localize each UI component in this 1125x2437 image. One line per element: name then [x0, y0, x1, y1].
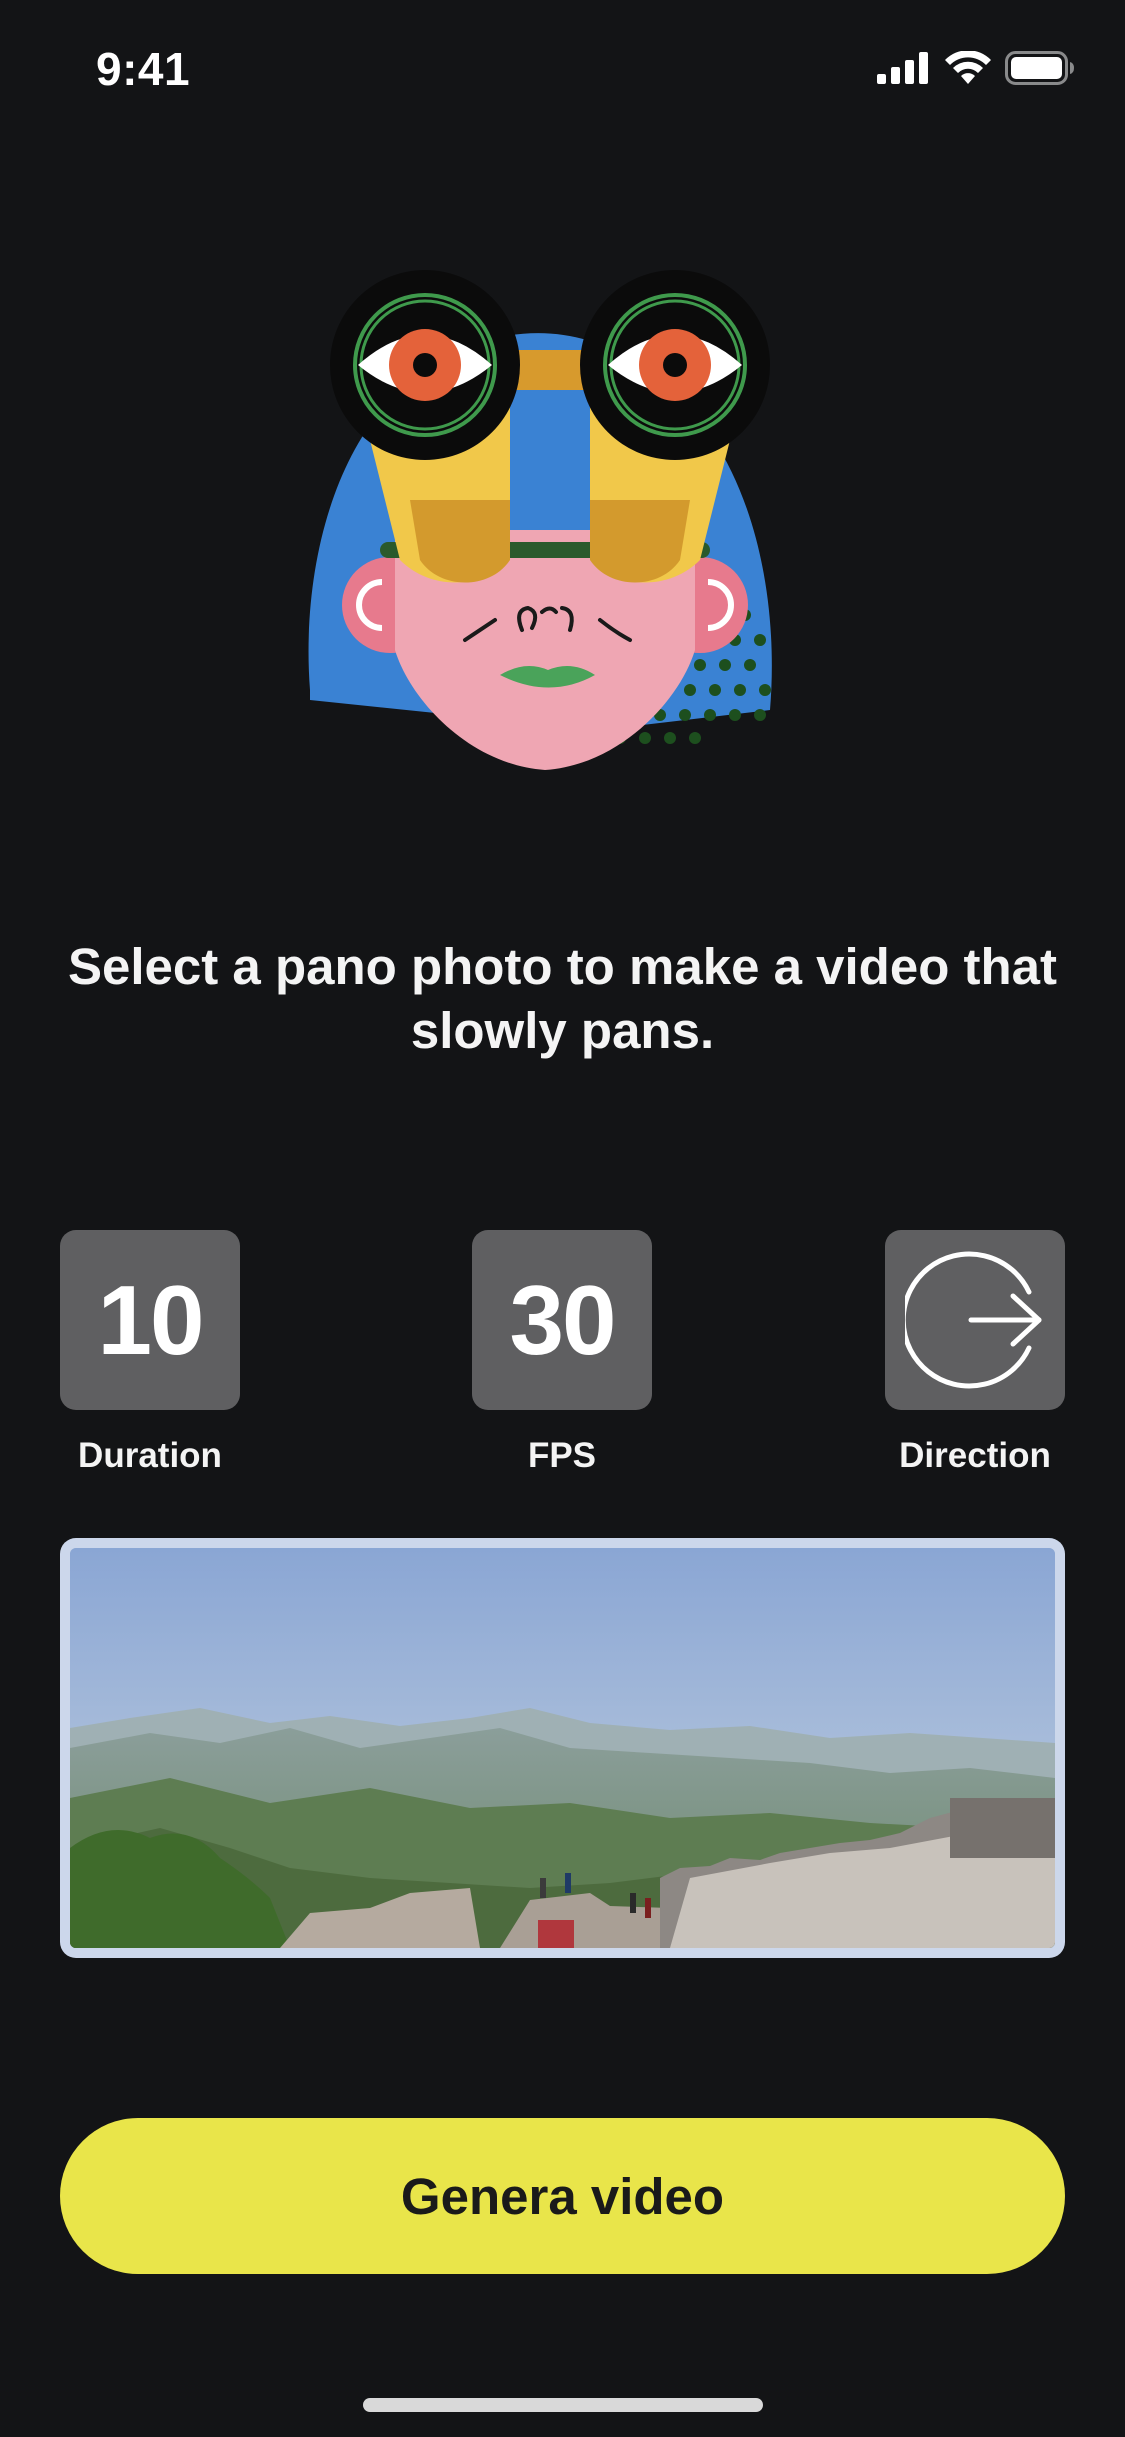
- status-icons: [877, 48, 1075, 88]
- direction-tile[interactable]: [885, 1230, 1065, 1410]
- screen: 9:41 Select a pano photo to make a video…: [0, 0, 1125, 2437]
- duration-setting[interactable]: 10 Duration: [30, 1230, 270, 1476]
- wifi-icon: [945, 51, 991, 84]
- battery-icon: [1005, 51, 1074, 85]
- arrow-right-circle-icon: [905, 1251, 1042, 1389]
- direction-label: Direction: [899, 1436, 1051, 1475]
- status-time: 9:41: [96, 43, 191, 95]
- generate-video-button[interactable]: Genera video: [60, 2118, 1065, 2274]
- fps-label: FPS: [527, 1436, 597, 1475]
- duration-label: Duration: [78, 1436, 222, 1475]
- direction-setting[interactable]: Direction: [855, 1230, 1095, 1476]
- duration-tile[interactable]: 10: [60, 1230, 240, 1410]
- fps-setting[interactable]: 30 FPS: [442, 1230, 682, 1476]
- headline: Select a pano photo to make a video that…: [67, 938, 1058, 1059]
- duration-value: 10: [97, 1264, 204, 1375]
- fps-value: 30: [509, 1264, 616, 1375]
- fps-tile[interactable]: 30: [472, 1230, 652, 1410]
- cellular-signal-icon: [877, 52, 928, 84]
- pano-landscape-image: [70, 1548, 1055, 1948]
- pano-photo[interactable]: [60, 1538, 1065, 1958]
- home-indicator[interactable]: [363, 2398, 763, 2412]
- binoculars-face-illustration: [308, 270, 772, 770]
- status-bar: 9:41: [0, 0, 1125, 140]
